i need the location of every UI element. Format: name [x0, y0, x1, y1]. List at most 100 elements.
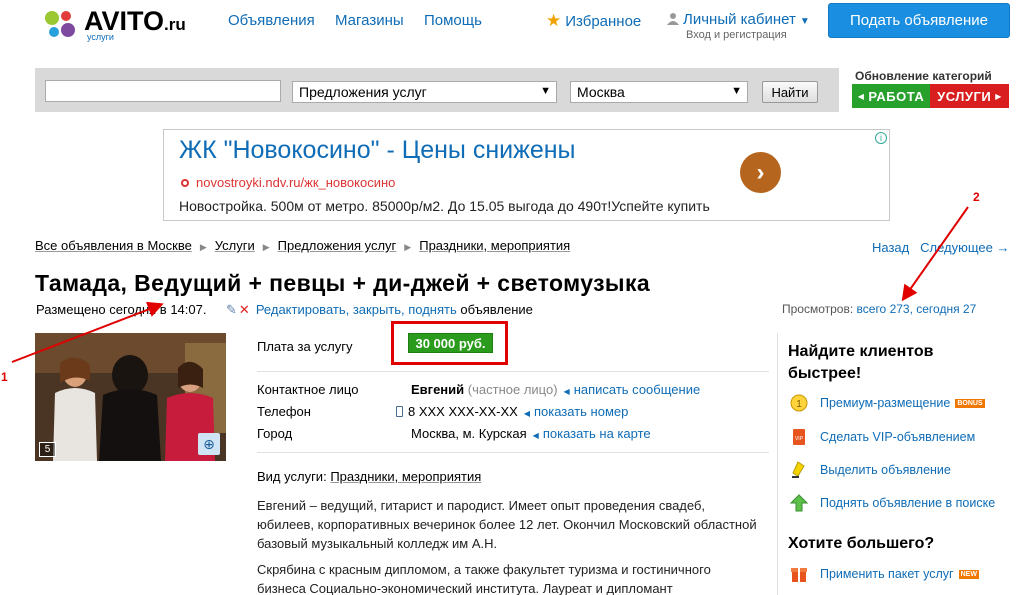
views-link[interactable]: всего 273, сегодня 27: [857, 302, 977, 316]
edit-link[interactable]: Редактировать, закрыть, поднять: [256, 302, 457, 317]
new-badge: NEW: [958, 569, 979, 579]
package-icon: [791, 568, 807, 582]
show-map-link[interactable]: показать на карте: [543, 426, 651, 441]
ad-url[interactable]: novostroyki.ndv.ru/жк_новокосино: [181, 175, 395, 190]
highlighter-icon: [792, 461, 805, 478]
ad-arrow-icon[interactable]: ›: [740, 152, 781, 193]
annotation-number-1: 1: [1, 370, 8, 384]
price-highlight-box: 30 000 руб.: [391, 321, 508, 365]
chevron-right-icon: ▶: [199, 242, 207, 252]
prev-next-nav: Назад Следующее →: [872, 240, 1009, 255]
sidebar-item-premium[interactable]: 1 Премиум-размещение BONUS: [790, 394, 985, 412]
nav-shops[interactable]: Магазины: [335, 12, 404, 29]
views-label: Просмотров:: [782, 302, 854, 316]
region-select-value: Москва: [577, 84, 625, 100]
search-input[interactable]: [45, 80, 281, 102]
vip-icon: VIP: [793, 429, 805, 445]
contact-type: (частное лицо): [467, 382, 558, 397]
edit-controls: ✎ ✕ Редактировать, закрыть, поднять объявл…: [226, 302, 533, 318]
sidebar-heading-more: Хотите большего?: [788, 535, 935, 552]
breadcrumb-service-offers[interactable]: Предложения услуг: [278, 238, 397, 253]
svg-text:VIP: VIP: [795, 436, 804, 442]
delete-icon[interactable]: ✕: [239, 302, 250, 317]
city-label: Город: [257, 426, 293, 441]
photo-count-badge: 5: [39, 442, 56, 457]
dropdown-arrow-icon: ▼: [540, 85, 551, 97]
login-register-link[interactable]: Вход и регистрация: [686, 29, 787, 41]
info-icon[interactable]: i: [875, 132, 887, 144]
sidebar-item-vip[interactable]: VIP Сделать VIP-объявлением: [790, 428, 975, 446]
sidebar-divider: [777, 333, 778, 595]
phone-label: Телефон: [257, 404, 311, 419]
contact-label: Контактное лицо: [257, 382, 359, 397]
service-type-label: Вид услуги:: [257, 469, 327, 484]
nav-help[interactable]: Помощь: [424, 12, 482, 29]
raise-label: Поднять объявление в поиске: [820, 496, 996, 510]
breadcrumb: Все объявления в Москве ▶ Услуги ▶ Предложен…: [35, 238, 570, 253]
package-label: Применить пакет услуг: [820, 567, 954, 581]
region-select[interactable]: Москва ▼: [570, 81, 748, 103]
show-number-link[interactable]: показать номер: [534, 404, 628, 419]
category-update-title: Обновление категорий: [855, 69, 992, 83]
service-type-link[interactable]: Праздники, мероприятия: [330, 469, 481, 484]
logo-mark-icon: [45, 11, 75, 37]
chevron-right-icon: ▶: [404, 242, 412, 252]
services-label: УСЛУГИ: [937, 88, 992, 104]
pencil-icon[interactable]: ✎: [226, 302, 237, 317]
price-label: Плата за услугу: [257, 339, 353, 354]
arrow-up-icon: [790, 494, 808, 512]
svg-text:1: 1: [796, 399, 802, 410]
nav-ads[interactable]: Объявления: [228, 12, 315, 29]
price-value: 30 000 руб.: [408, 333, 493, 353]
city-text: Москва, м. Курская: [411, 426, 527, 441]
sidebar-item-highlight[interactable]: Выделить объявление: [790, 461, 951, 479]
arrow-left-icon: ◀: [532, 431, 539, 440]
prev-link[interactable]: Назад: [872, 240, 909, 255]
contact-value: Евгений (частное лицо) ◀ написать сообщени…: [411, 382, 700, 397]
listing-title: Тамада, Ведущий + певцы + ди-джей + свет…: [35, 270, 651, 296]
services-category-button[interactable]: УСЛУГИ ▶: [930, 84, 1009, 108]
divider: [257, 452, 769, 453]
annotation-number-2: 2: [973, 190, 980, 204]
user-icon: [667, 13, 679, 25]
arrow-left-icon: ◀: [523, 409, 530, 418]
sidebar-item-package[interactable]: Применить пакет услуг NEW: [790, 565, 979, 583]
work-label: РАБОТА: [868, 88, 925, 104]
favorites-link[interactable]: ★ Избранное: [546, 11, 641, 31]
next-link[interactable]: Следующее →: [920, 240, 1009, 255]
avito-logo[interactable]: AVITO.ru услуги: [40, 6, 210, 42]
search-button[interactable]: Найти: [762, 81, 818, 103]
bonus-badge: BONUS: [955, 398, 985, 408]
breadcrumb-services[interactable]: Услуги: [215, 238, 255, 253]
posted-date: Размещено сегодня в 14:07.: [36, 302, 207, 317]
zoom-icon[interactable]: ⊕: [198, 433, 220, 455]
category-select-value: Предложения услуг: [299, 84, 427, 100]
vip-label: Сделать VIP-объявлением: [820, 430, 976, 444]
ad-banner[interactable]: ЖК "Новокосино" - Цены снижены novostroy…: [163, 129, 890, 221]
chevron-right-icon: ▶: [262, 242, 270, 252]
dropdown-arrow-icon: ▼: [731, 85, 742, 97]
post-ad-button[interactable]: Подать объявление: [828, 3, 1010, 38]
coin-icon: 1: [790, 394, 808, 412]
category-select[interactable]: Предложения услуг ▼: [292, 81, 557, 103]
cabinet-link[interactable]: Личный кабинет ▼: [667, 11, 810, 28]
listing-photo[interactable]: 5 ⊕: [35, 333, 226, 461]
ad-title[interactable]: ЖК "Новокосино" - Цены снижены: [179, 136, 576, 165]
ad-favicon-icon: [181, 179, 189, 187]
write-message-link[interactable]: написать сообщение: [574, 382, 701, 397]
logo-subtitle: услуги: [87, 32, 114, 42]
edit-suffix: объявление: [460, 302, 533, 317]
breadcrumb-all-ads[interactable]: Все объявления в Москве: [35, 238, 192, 253]
work-category-button[interactable]: ◀ РАБОТА: [852, 84, 930, 108]
breadcrumb-holidays[interactable]: Праздники, мероприятия: [419, 238, 570, 253]
description-paragraph-1: Евгений – ведущий, гитарист и пародист. …: [257, 498, 757, 551]
city-value: Москва, м. Курская ◀ показать на карте: [411, 426, 651, 441]
star-icon: ★: [546, 11, 562, 30]
sidebar-item-raise[interactable]: Поднять объявление в поиске: [790, 494, 995, 512]
arrow-left-icon: ◀: [563, 387, 570, 396]
search-bar: Предложения услуг ▼ Москва ▼ Найти: [35, 68, 839, 112]
premium-label: Премиум-размещение: [820, 396, 951, 410]
arrow-left-icon: ◀: [857, 91, 865, 101]
phone-value: 8 XXX XXX-XX-XX ◀ показать номер: [396, 404, 628, 419]
views-counter: Просмотров: всего 273, сегодня 27: [782, 302, 976, 316]
